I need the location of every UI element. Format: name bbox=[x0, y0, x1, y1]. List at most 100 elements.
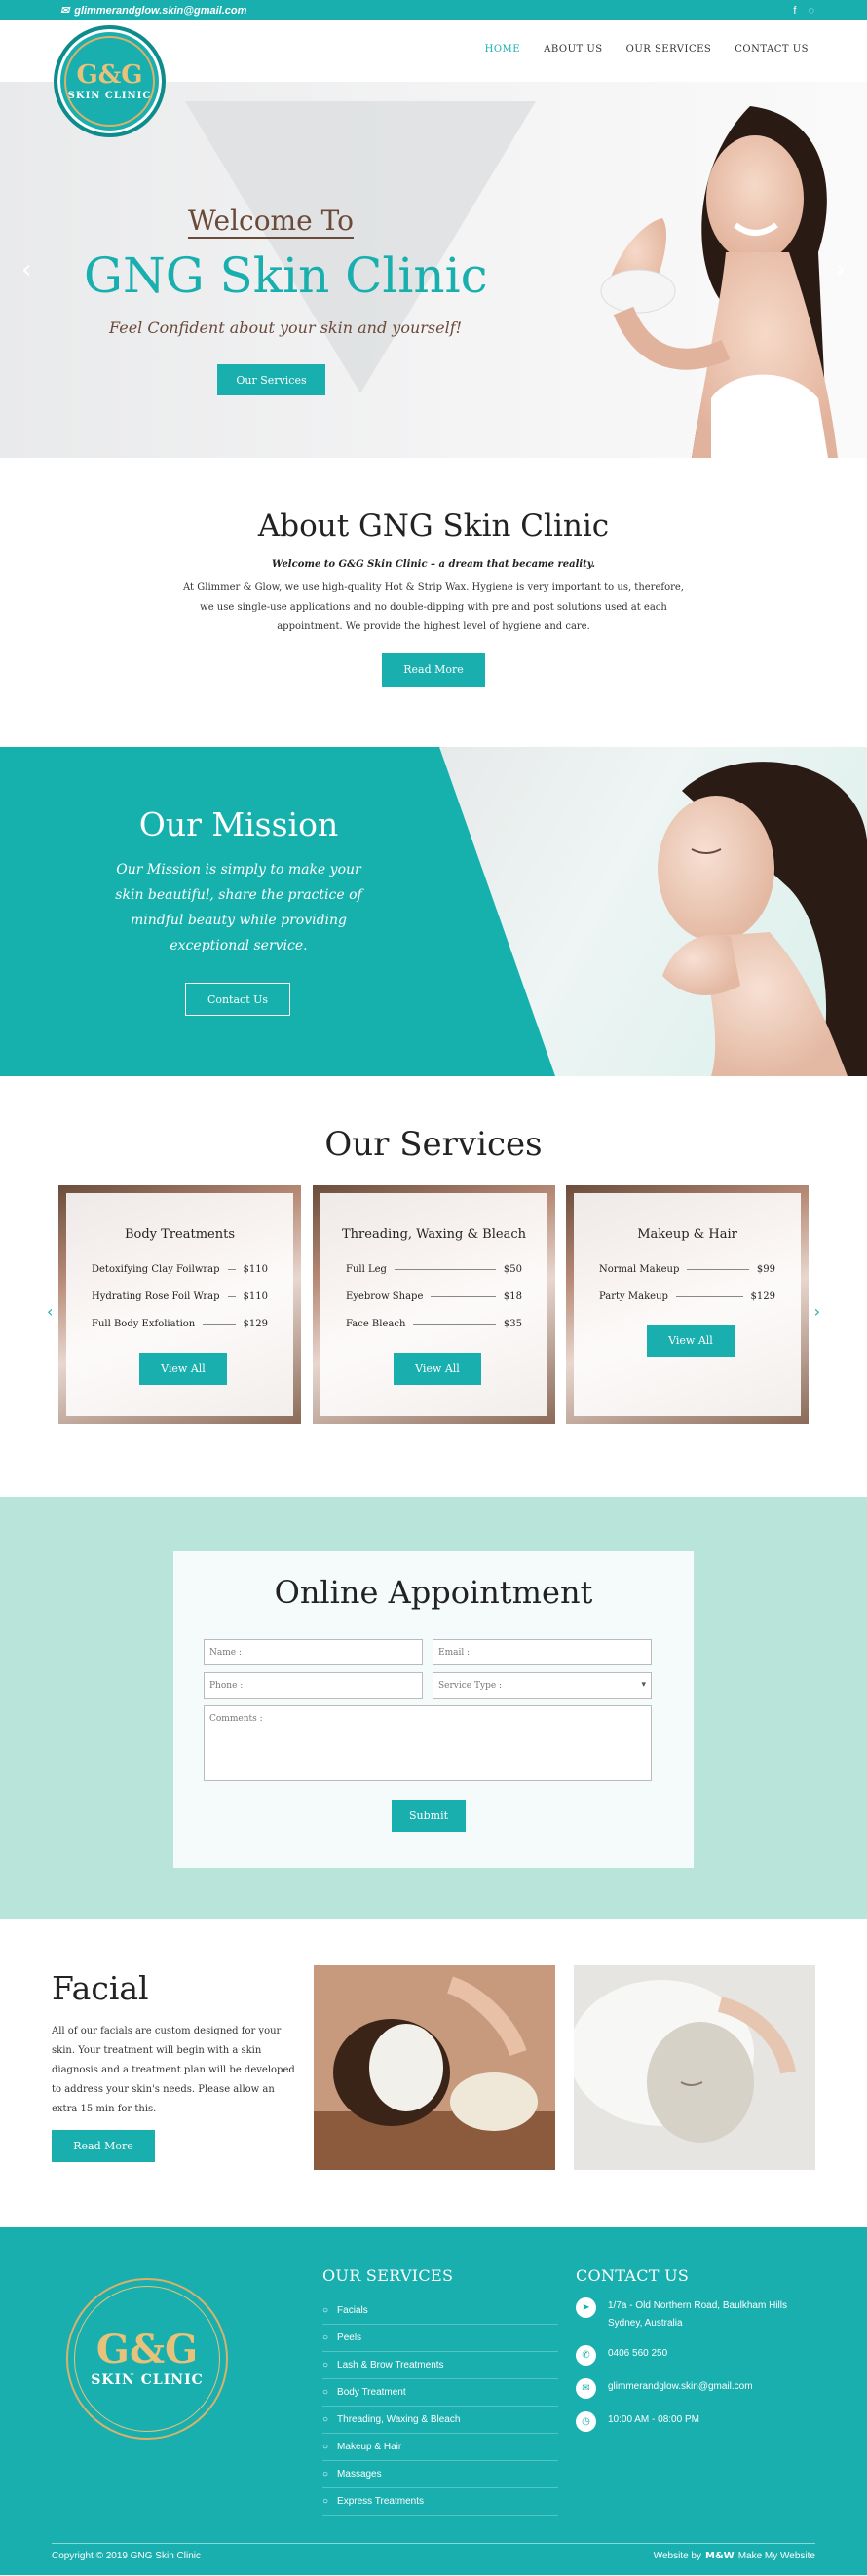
facial-text: All of our facials are custom designed f… bbox=[52, 2026, 295, 2114]
price-leader-line bbox=[227, 1269, 236, 1270]
about-read-more-button[interactable]: Read More bbox=[382, 653, 485, 687]
circle-arrow-icon: ○ bbox=[322, 2387, 329, 2398]
nav-home[interactable]: HOME bbox=[485, 44, 520, 55]
service-price-row: Full Body Exfoliation $129 bbox=[92, 1319, 268, 1329]
price-leader-line bbox=[413, 1324, 496, 1325]
email-field[interactable]: Email : bbox=[433, 1639, 652, 1665]
contact-email[interactable]: ✉ glimmerandglow.skin@gmail.com bbox=[576, 2378, 814, 2399]
service-item-price: $129 bbox=[750, 1291, 775, 1302]
service-item-price: $50 bbox=[503, 1264, 522, 1275]
footer-service-link[interactable]: ○ Body Treatment bbox=[322, 2379, 558, 2407]
service-price-row: Hydrating Rose Foil Wrap $110 bbox=[92, 1291, 268, 1302]
about-subtitle: Welcome to G&G Skin Clinic – a dream tha… bbox=[272, 559, 595, 570]
main-nav: HOME ABOUT US OUR SERVICES CONTACT US bbox=[485, 44, 809, 55]
service-card-title: Body Treatments bbox=[124, 1227, 236, 1242]
service-price-row: Full Leg $50 bbox=[346, 1264, 522, 1275]
facial-title: Facial bbox=[52, 1969, 149, 2007]
nav-contact-us[interactable]: CONTACT US bbox=[735, 44, 809, 55]
circle-arrow-icon: ○ bbox=[322, 2496, 329, 2507]
service-price-row: Face Bleach $35 bbox=[346, 1319, 522, 1329]
credit-name: Make My Website bbox=[737, 2551, 815, 2561]
price-leader-line bbox=[203, 1324, 236, 1325]
footer-service-link[interactable]: ○ Facials bbox=[322, 2297, 558, 2325]
service-item-price: $129 bbox=[243, 1319, 268, 1329]
mission-text: Our Mission is simply to make your skin … bbox=[115, 862, 362, 953]
circle-arrow-icon: ○ bbox=[322, 2333, 329, 2343]
view-all-button[interactable]: View All bbox=[647, 1325, 735, 1357]
mission-contact-button[interactable]: Contact Us bbox=[185, 983, 290, 1016]
footer-contact-list: ➤ 1/7a - Old Northern Road, Baulkham Hil… bbox=[576, 2297, 814, 2445]
price-leader-line bbox=[394, 1269, 496, 1270]
service-item-price: $35 bbox=[503, 1319, 522, 1329]
circle-arrow-icon: ○ bbox=[322, 2360, 329, 2371]
footer-service-link[interactable]: ○ Makeup & Hair bbox=[322, 2434, 558, 2461]
facial-read-more-button[interactable]: Read More bbox=[52, 2130, 155, 2162]
service-item-name: Full Body Exfoliation bbox=[92, 1319, 196, 1329]
services-prev-arrow-icon[interactable]: ‹ bbox=[47, 1302, 53, 1321]
topbar-email[interactable]: ✉ glimmerandglow.skin@gmail.com bbox=[60, 4, 246, 18]
hero-our-services-button[interactable]: Our Services bbox=[217, 364, 325, 395]
service-item-price: $99 bbox=[756, 1264, 775, 1275]
hero-model-image bbox=[600, 106, 838, 458]
about-title: About GNG Skin Clinic bbox=[257, 508, 610, 543]
footer-contact-title: CONTACT US bbox=[576, 2266, 690, 2285]
location-arrow-icon: ➤ bbox=[576, 2297, 596, 2318]
circle-arrow-icon: ○ bbox=[322, 2442, 329, 2452]
about-section: About GNG Skin Clinic Welcome to G&G Ski… bbox=[0, 458, 867, 747]
submit-button[interactable]: Submit bbox=[392, 1800, 466, 1832]
service-price-row: Normal Makeup $99 bbox=[599, 1264, 775, 1275]
logo-ring bbox=[74, 2286, 220, 2432]
footer-service-link[interactable]: ○ Threading, Waxing & Bleach bbox=[322, 2407, 558, 2434]
footer-service-label: Facials bbox=[337, 2305, 368, 2316]
services-section: Our Services ‹ › Body Treatments Detoxif… bbox=[0, 1076, 867, 1497]
clock-icon: ◷ bbox=[576, 2411, 596, 2432]
site-header: G&G SKIN CLINIC HOME ABOUT US OUR SERVIC… bbox=[0, 20, 867, 137]
instagram-icon[interactable]: ◌ bbox=[808, 5, 814, 17]
envelope-icon: ✉ bbox=[60, 5, 70, 17]
appointment-form: Online Appointment Name : Email : Phone … bbox=[173, 1551, 694, 1868]
website-credit[interactable]: Website by M&W Make My Website bbox=[654, 2551, 815, 2561]
services-next-arrow-icon[interactable]: › bbox=[814, 1302, 820, 1321]
view-all-button[interactable]: View All bbox=[394, 1353, 481, 1385]
site-logo[interactable]: G&G SKIN CLINIC bbox=[54, 25, 166, 137]
footer-services-list: ○ Facials ○ Peels ○ Lash & Brow Treatments … bbox=[322, 2297, 558, 2516]
contact-phone[interactable]: ✆ 0406 560 250 bbox=[576, 2345, 814, 2366]
view-all-button[interactable]: View All bbox=[139, 1353, 227, 1385]
service-card-title: Threading, Waxing & Bleach bbox=[342, 1227, 526, 1242]
service-type-select[interactable]: Service Type : bbox=[433, 1672, 652, 1699]
footer-service-label: Express Treatments bbox=[337, 2496, 424, 2507]
service-card-panel: Threading, Waxing & Bleach Full Leg $50 … bbox=[320, 1193, 547, 1416]
service-item-price: $110 bbox=[243, 1264, 268, 1275]
footer-service-link[interactable]: ○ Lash & Brow Treatments bbox=[322, 2352, 558, 2379]
comments-textarea[interactable]: Comments : bbox=[204, 1705, 652, 1781]
about-body: At Glimmer & Glow, we use high-quality H… bbox=[183, 582, 684, 632]
service-price-row: Eyebrow Shape $18 bbox=[346, 1291, 522, 1302]
circle-arrow-icon: ○ bbox=[322, 2469, 329, 2480]
service-card-panel: Body Treatments Detoxifying Clay Foilwra… bbox=[66, 1193, 293, 1416]
facebook-icon[interactable]: f bbox=[793, 5, 796, 17]
social-links: f ◌ bbox=[793, 5, 814, 17]
footer-service-link[interactable]: ○ Massages bbox=[322, 2461, 558, 2488]
service-item-name: Party Makeup bbox=[599, 1291, 668, 1302]
footer-logo[interactable]: G&G SKIN CLINIC bbox=[66, 2278, 228, 2440]
hero-slider: Welcome To GNG Skin Clinic Feel Confiden… bbox=[0, 82, 867, 458]
name-field[interactable]: Name : bbox=[204, 1639, 423, 1665]
facial-photo-1 bbox=[314, 1965, 555, 2170]
footer-service-link[interactable]: ○ Express Treatments bbox=[322, 2488, 558, 2516]
service-card-makeup-hair: Makeup & Hair Normal Makeup $99 Party Ma… bbox=[566, 1185, 809, 1424]
circle-arrow-icon: ○ bbox=[322, 2305, 329, 2316]
contact-address: ➤ 1/7a - Old Northern Road, Baulkham Hil… bbox=[576, 2297, 814, 2333]
hero-tagline: Feel Confident about your skin and yours… bbox=[109, 318, 463, 337]
service-item-price: $110 bbox=[243, 1291, 268, 1302]
service-item-name: Full Leg bbox=[346, 1264, 387, 1275]
make-my-website-logo-icon: M&W bbox=[705, 2551, 735, 2561]
circle-arrow-icon: ○ bbox=[322, 2414, 329, 2425]
nav-our-services[interactable]: OUR SERVICES bbox=[626, 44, 712, 55]
footer-service-link[interactable]: ○ Peels bbox=[322, 2325, 558, 2352]
phone-field[interactable]: Phone : bbox=[204, 1672, 423, 1699]
service-item-name: Hydrating Rose Foil Wrap bbox=[92, 1291, 220, 1302]
service-item-name: Detoxifying Clay Foilwrap bbox=[92, 1264, 220, 1275]
service-card-threading-waxing-bleach: Threading, Waxing & Bleach Full Leg $50 … bbox=[313, 1185, 555, 1424]
nav-about-us[interactable]: ABOUT US bbox=[544, 44, 603, 55]
slider-prev-arrow-icon[interactable]: ‹ bbox=[21, 255, 31, 284]
